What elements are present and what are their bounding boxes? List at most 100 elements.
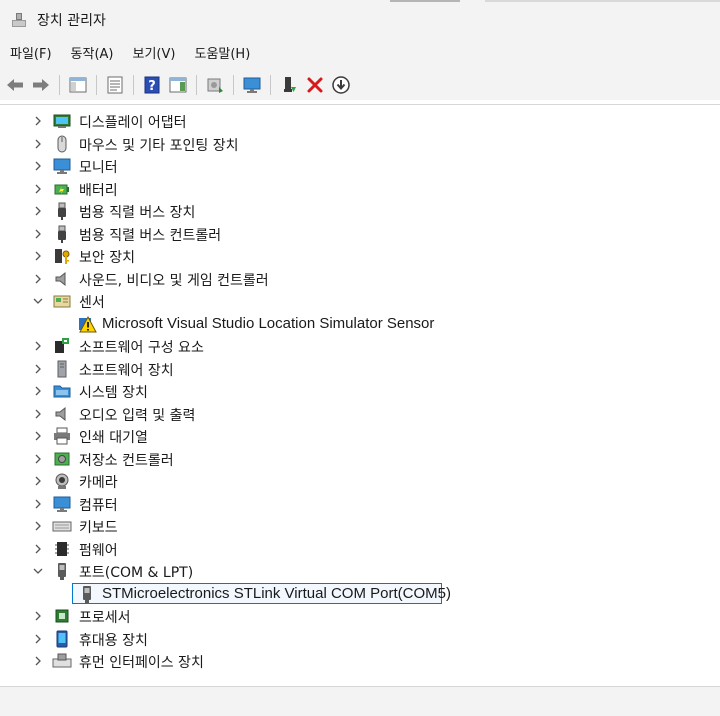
chevron-right-icon[interactable] [31,339,45,353]
tree-node-label[interactable]: 휴대용 장치 [79,630,148,650]
tree-category-row[interactable]: 모니터 [0,155,720,177]
menu-action[interactable]: 동작(A) [62,40,123,70]
uninstall-button[interactable] [304,74,326,96]
tree-category-row[interactable]: 사운드, 비디오 및 게임 컨트롤러 [0,268,720,290]
window-title: 장치 관리자 [37,13,106,29]
tree-node-label[interactable]: 범용 직렬 버스 컨트롤러 [79,225,221,245]
tree-category-row[interactable]: 휴먼 인터페이스 장치 [0,650,720,672]
chevron-right-icon[interactable] [31,429,45,443]
tree-node-label[interactable]: 보안 장치 [79,247,135,267]
chevron-right-icon[interactable] [31,407,45,421]
tree-node-label[interactable]: 포트(COM & LPT) [79,562,193,582]
tree-node-label[interactable]: 컴퓨터 [79,495,118,515]
chevron-right-icon[interactable] [31,384,45,398]
chevron-right-icon[interactable] [31,632,45,646]
toolbar-separator [196,75,197,95]
view-pane-button[interactable] [167,74,189,96]
forward-button[interactable] [30,74,52,96]
tree-node-label[interactable]: 배터리 [79,180,118,200]
chevron-right-icon[interactable] [31,542,45,556]
menu-help[interactable]: 도움말(H) [185,40,259,70]
tree-category-row[interactable]: 센서 [0,290,720,312]
chevron-right-icon[interactable] [31,497,45,511]
tree-node-label[interactable]: 인쇄 대기열 [79,427,148,447]
display-adapter-icon [52,111,72,131]
tree-category-row[interactable]: 저장소 컨트롤러 [0,448,720,470]
chevron-right-icon[interactable] [31,654,45,668]
chevron-right-icon[interactable] [31,182,45,196]
chevron-right-icon[interactable] [31,474,45,488]
tree-node-label[interactable]: Microsoft Visual Studio Location Simulat… [102,315,434,332]
tree-node-label[interactable]: 사운드, 비디오 및 게임 컨트롤러 [79,270,269,290]
tree-category-row[interactable]: 시스템 장치 [0,380,720,402]
chevron-right-icon[interactable] [31,137,45,151]
tree-category-row[interactable]: 배터리 [0,178,720,200]
tree-node-label[interactable]: 모니터 [79,157,118,177]
chevron-right-icon[interactable] [31,159,45,173]
tree-node-label[interactable]: 카메라 [79,472,118,492]
tree-category-row[interactable]: 범용 직렬 버스 컨트롤러 [0,223,720,245]
show-hide-tree-button[interactable] [67,74,89,96]
chevron-right-icon[interactable] [31,114,45,128]
tree-category-row[interactable]: 카메라 [0,470,720,492]
tree-device-row[interactable]: STMicroelectronics STLink Virtual COM Po… [0,582,720,605]
chevron-down-icon[interactable] [31,294,45,308]
tree-node-label[interactable]: 저장소 컨트롤러 [79,450,174,470]
tree-category-row[interactable]: 디스플레이 어댑터 [0,110,720,132]
toolbar-separator [270,75,271,95]
tree-category-row[interactable]: 보안 장치 [0,245,720,267]
tree-node-label[interactable]: 펌웨어 [79,540,118,560]
toolbar-separator [59,75,60,95]
scan-hardware-icon [207,78,223,93]
tree-category-row[interactable]: 오디오 입력 및 출력 [0,403,720,425]
chevron-right-icon[interactable] [31,204,45,218]
download-driver-button[interactable] [330,74,352,96]
help-button[interactable]: ? [141,74,163,96]
tree-node-label[interactable]: 디스플레이 어댑터 [79,112,187,132]
chevron-right-icon[interactable] [31,609,45,623]
tree-node-label[interactable]: 키보드 [79,517,118,537]
chevron-down-icon[interactable] [31,564,45,578]
monitor-button[interactable] [241,74,263,96]
tree-category-row[interactable]: 소프트웨어 구성 요소 [0,335,720,357]
monitor-icon [243,77,261,93]
chevron-right-icon[interactable] [31,519,45,533]
tree-category-row[interactable]: 컴퓨터 [0,493,720,515]
chevron-right-icon[interactable] [31,362,45,376]
scan-hardware-button[interactable] [204,74,226,96]
firmware-chip-icon [52,539,72,559]
tree-category-row[interactable]: 마우스 및 기타 포인팅 장치 [0,133,720,155]
tree-node-label[interactable]: STMicroelectronics STLink Virtual COM Po… [102,585,451,602]
tree-category-row[interactable]: 휴대용 장치 [0,628,720,650]
properties-button[interactable] [104,74,126,96]
tree-node-label[interactable]: 소프트웨어 구성 요소 [79,337,204,357]
tree-device-row[interactable]: Microsoft Visual Studio Location Simulat… [0,313,720,335]
tree-category-row[interactable]: 키보드 [0,515,720,537]
tree-node-label[interactable]: 시스템 장치 [79,382,148,402]
menu-bar: 파일(F) 동작(A) 보기(V) 도움말(H) [0,40,720,70]
tree-category-row[interactable]: 인쇄 대기열 [0,425,720,447]
tree-node-label[interactable]: 마우스 및 기타 포인팅 장치 [79,135,238,155]
tree-node-label[interactable]: 프로세서 [79,607,131,627]
tree-node-label[interactable]: 센서 [79,292,105,312]
tree-category-row[interactable]: 소프트웨어 장치 [0,358,720,380]
keyboard-icon [52,516,72,536]
tree-node-label[interactable]: 범용 직렬 버스 장치 [79,202,195,222]
tree-node-label[interactable]: 휴먼 인터페이스 장치 [79,652,204,672]
device-tree[interactable]: 디스플레이 어댑터마우스 및 기타 포인팅 장치 모니터배터리 범용 직렬 버스 장… [0,104,720,685]
tree-category-row[interactable]: 펌웨어 [0,538,720,560]
tree-node-label[interactable]: 소프트웨어 장치 [79,360,174,380]
menu-file[interactable]: 파일(F) [1,40,61,70]
back-button[interactable] [4,74,26,96]
chevron-right-icon[interactable] [31,452,45,466]
update-driver-button[interactable] [278,74,300,96]
tree-category-row[interactable]: 프로세서 [0,605,720,627]
tree-node-label[interactable]: 오디오 입력 및 출력 [79,405,195,425]
menu-view[interactable]: 보기(V) [124,40,185,70]
chevron-right-icon[interactable] [31,227,45,241]
back-arrow-icon [7,79,23,91]
tree-category-row[interactable]: 포트(COM & LPT) [0,560,720,582]
tree-category-row[interactable]: 범용 직렬 버스 장치 [0,200,720,222]
chevron-right-icon[interactable] [31,249,45,263]
chevron-right-icon[interactable] [31,272,45,286]
